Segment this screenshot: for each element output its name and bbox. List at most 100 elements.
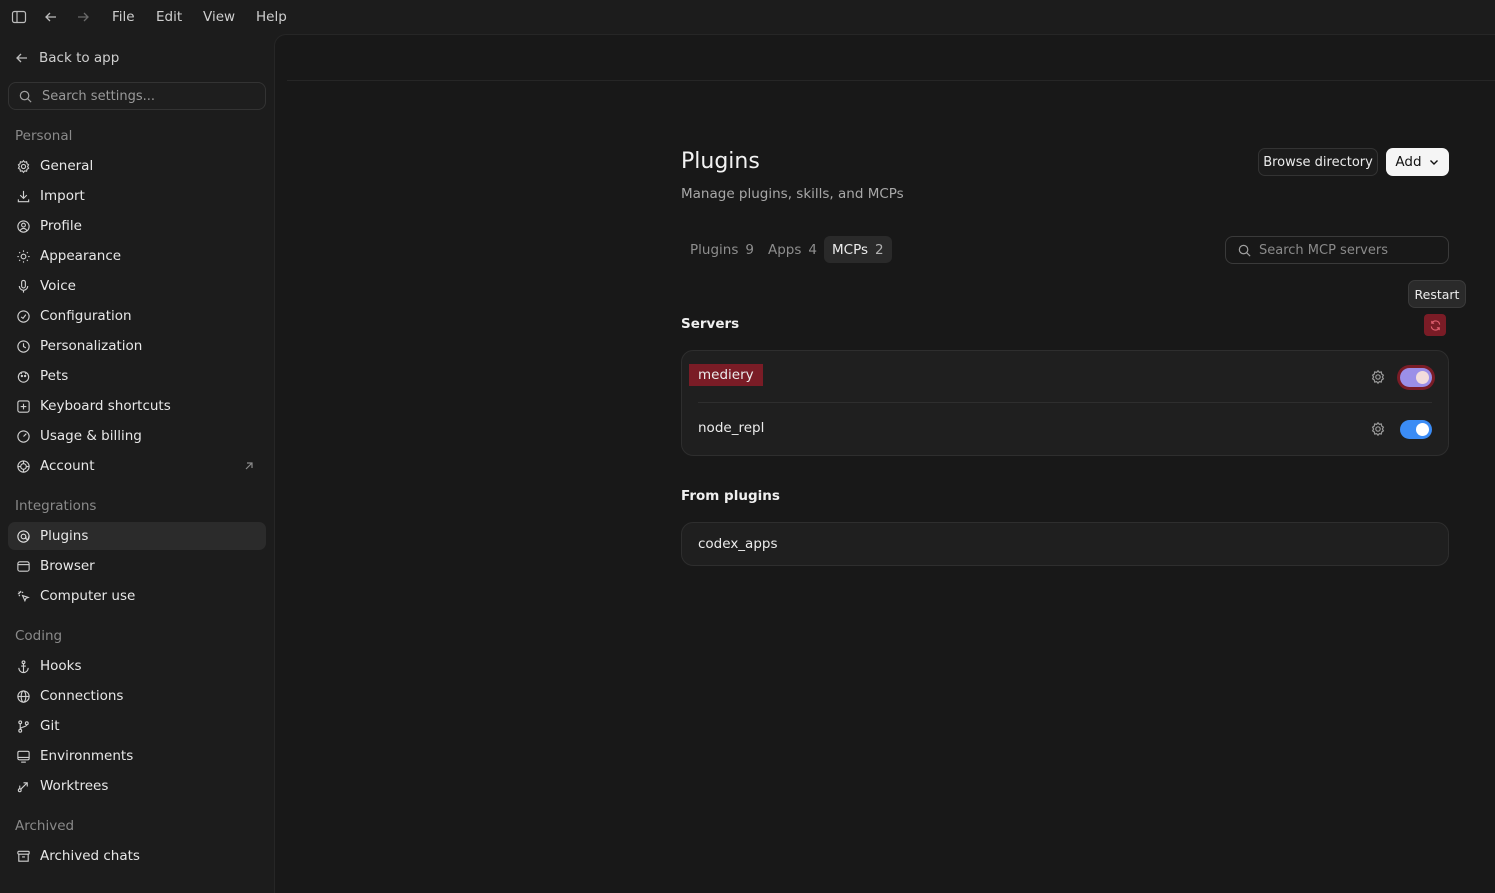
header-divider	[287, 80, 1495, 81]
sidebar-item-plugins[interactable]: Plugins	[8, 522, 266, 550]
sidebar-item-label: Appearance	[40, 248, 122, 264]
gear-icon[interactable]	[1370, 421, 1386, 437]
sidebar-toggle-icon[interactable]	[11, 9, 27, 25]
sidebar-item-label: Plugins	[40, 528, 89, 544]
server-row-mediery: mediery	[682, 351, 1448, 403]
sidebar-item-label: Archived chats	[40, 848, 140, 864]
servers-heading: Servers	[681, 316, 740, 332]
globe-icon	[17, 689, 30, 703]
browse-directory-button[interactable]: Browse directory	[1258, 148, 1378, 176]
section-archived: Archived	[15, 818, 75, 834]
sidebar-item-label: Git	[40, 718, 60, 734]
gear-icon[interactable]	[1370, 369, 1386, 385]
back-to-app-label: Back to app	[39, 50, 120, 66]
sidebar-item-archived-chats[interactable]: Archived chats	[8, 842, 266, 870]
sidebar-item-label: Profile	[40, 218, 82, 234]
sidebar-item-appearance[interactable]: Appearance	[8, 242, 266, 270]
add-button[interactable]: Add	[1386, 148, 1449, 176]
sidebar-item-label: Connections	[40, 688, 124, 704]
sidebar-item-account[interactable]: Account	[8, 452, 266, 480]
back-arrow-icon	[16, 53, 27, 63]
sidebar-item-environments[interactable]: Environments	[8, 742, 266, 770]
sidebar-item-label: Environments	[40, 748, 134, 764]
server-enable-toggle[interactable]	[1400, 420, 1432, 439]
sidebar-item-connections[interactable]: Connections	[8, 682, 266, 710]
from-plugins-heading: From plugins	[681, 488, 780, 504]
sidebar-item-worktrees[interactable]: Worktrees	[8, 772, 266, 800]
tab-label: MCPs	[832, 241, 869, 258]
back-to-app-link[interactable]: Back to app	[14, 50, 119, 66]
mcp-search-input[interactable]: Search MCP servers	[1225, 236, 1449, 264]
gauge-icon	[17, 429, 30, 443]
tab-apps[interactable]: Apps 4	[760, 236, 825, 263]
sidebar-item-import[interactable]: Import	[8, 182, 266, 210]
tab-mcps[interactable]: MCPs 2	[824, 236, 892, 263]
browser-icon	[17, 560, 30, 572]
sidebar-item-keyboard-shortcuts[interactable]: Keyboard shortcuts	[8, 392, 266, 420]
sidebar-item-computer-use[interactable]: Computer use	[8, 582, 266, 610]
restart-button[interactable]	[1424, 314, 1446, 336]
sidebar-item-browser[interactable]: Browser	[8, 552, 266, 580]
settings-sidebar: Back to app Search settings... Personal …	[0, 34, 274, 893]
sidebar-item-usage-billing[interactable]: Usage & billing	[8, 422, 266, 450]
plugin-server-name: codex_apps	[698, 536, 778, 552]
monitor-icon	[17, 750, 30, 763]
personalization-icon	[17, 339, 30, 353]
menu-view[interactable]: View	[203, 9, 235, 25]
plugin-row-codex-apps[interactable]: codex_apps	[682, 523, 1448, 565]
sidebar-item-profile[interactable]: Profile	[8, 212, 266, 240]
menu-edit[interactable]: Edit	[156, 9, 182, 25]
sidebar-item-label: Voice	[40, 278, 76, 294]
tab-label: Plugins	[690, 241, 739, 258]
cursor-click-icon	[17, 590, 30, 602]
search-icon	[19, 90, 32, 103]
settings-main-panel: Plugins Manage plugins, skills, and MCPs…	[274, 34, 1495, 893]
server-name: node_repl	[698, 420, 765, 436]
sidebar-item-label: Account	[40, 458, 95, 474]
sidebar-item-pets[interactable]: Pets	[8, 362, 266, 390]
menu-help[interactable]: Help	[256, 9, 287, 25]
sidebar-item-general[interactable]: General	[8, 152, 266, 180]
back-arrow-icon[interactable]	[43, 9, 59, 25]
sidebar-item-label: Pets	[40, 368, 69, 384]
sidebar-item-label: General	[40, 158, 94, 174]
server-enable-toggle[interactable]	[1400, 368, 1432, 387]
sidebar-item-label: Worktrees	[40, 778, 109, 794]
settings-search-input[interactable]: Search settings...	[8, 82, 266, 110]
keyboard-icon	[17, 399, 30, 413]
sidebar-item-label: Hooks	[40, 658, 82, 674]
sidebar-item-hooks[interactable]: Hooks	[8, 652, 266, 680]
settings-search-placeholder: Search settings...	[42, 88, 156, 104]
chevron-down-icon	[1429, 160, 1438, 165]
page-subtitle: Manage plugins, skills, and MCPs	[681, 186, 904, 202]
tab-count: 4	[808, 241, 818, 258]
tab-plugins[interactable]: Plugins 9	[682, 236, 762, 263]
download-icon	[17, 190, 30, 202]
section-integrations: Integrations	[15, 498, 97, 514]
sidebar-item-personalization[interactable]: Personalization	[8, 332, 266, 360]
forward-arrow-icon[interactable]	[75, 9, 91, 25]
profile-icon	[17, 219, 30, 233]
sidebar-item-voice[interactable]: Voice	[8, 272, 266, 300]
sidebar-item-git[interactable]: Git	[8, 712, 266, 740]
tab-count: 2	[875, 241, 884, 258]
from-plugins-card: codex_apps	[681, 522, 1449, 566]
server-row-node-repl: node_repl	[682, 403, 1448, 455]
git-branch-icon	[18, 719, 29, 733]
server-name: mediery	[689, 364, 763, 386]
section-coding: Coding	[15, 628, 63, 644]
sidebar-item-configuration[interactable]: Configuration	[8, 302, 266, 330]
sidebar-item-label: Configuration	[40, 308, 132, 324]
page-title: Plugins	[681, 149, 760, 174]
sidebar-item-label: Import	[40, 188, 85, 204]
restart-tooltip: Restart	[1408, 280, 1466, 308]
menu-file[interactable]: File	[112, 9, 135, 25]
configuration-icon	[17, 309, 30, 323]
sidebar-item-label: Computer use	[40, 588, 136, 604]
servers-card: mediery node_repl	[681, 350, 1449, 456]
archive-icon	[17, 850, 30, 862]
tab-count: 9	[745, 241, 754, 258]
external-link-icon	[245, 462, 253, 470]
sidebar-item-label: Browser	[40, 558, 95, 574]
sidebar-item-label: Keyboard shortcuts	[40, 398, 171, 414]
